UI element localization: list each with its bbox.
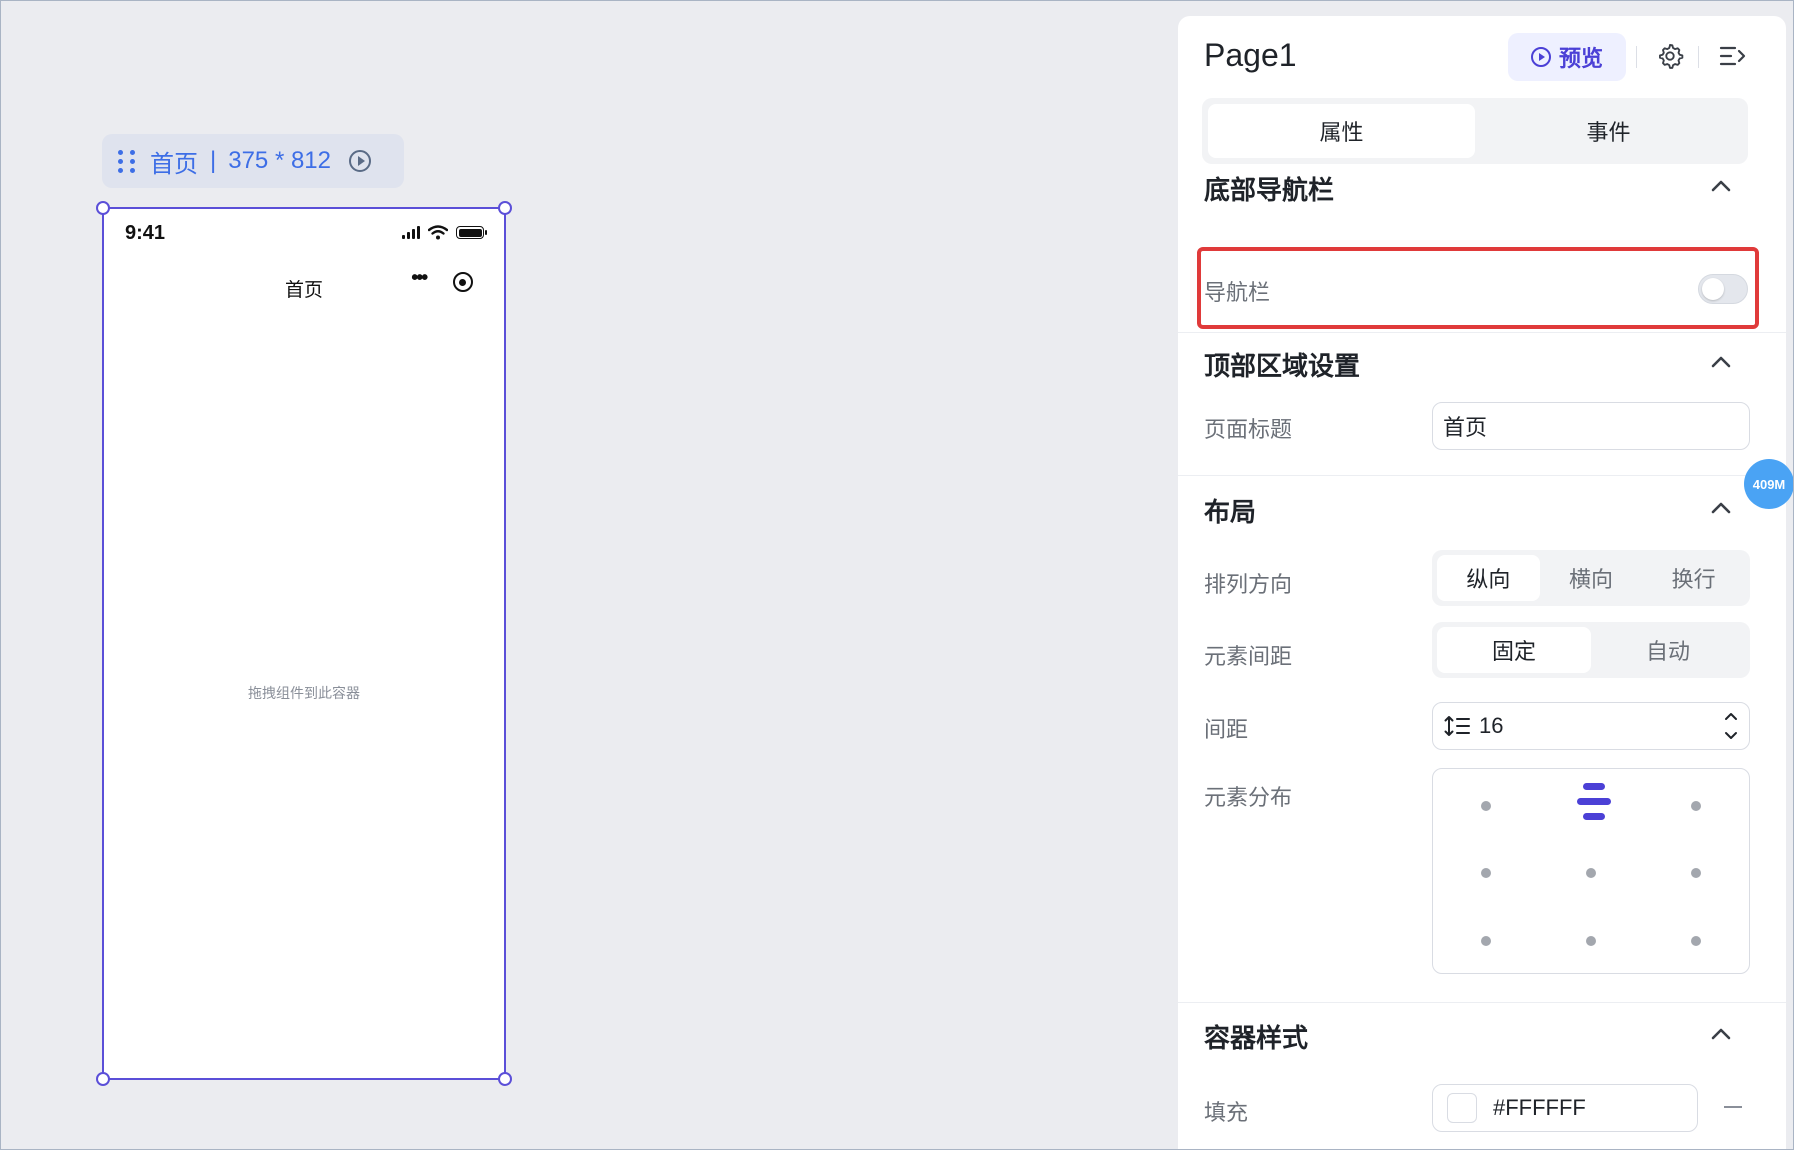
- tab-events[interactable]: 事件: [1475, 104, 1742, 158]
- chevron-up-icon[interactable]: [1710, 501, 1732, 515]
- drag-handle-icon[interactable]: [118, 149, 136, 173]
- align-cell-middle-right[interactable]: [1691, 868, 1701, 878]
- align-cell-top-left[interactable]: [1481, 801, 1491, 811]
- align-cell-top-right[interactable]: [1691, 801, 1701, 811]
- toolbar-divider: [1698, 46, 1699, 68]
- page-title-label: 页面标题: [1204, 417, 1293, 442]
- chevron-up-icon[interactable]: [1710, 1027, 1732, 1041]
- page-tag-size: 375 * 812: [228, 147, 331, 174]
- gap-mode-option-auto[interactable]: 自动: [1591, 627, 1745, 673]
- design-canvas[interactable]: 首页 | 375 * 812 9:41 首页 ••• 拖拽组件到此容器: [1, 1, 1166, 1149]
- gear-icon[interactable]: [1656, 42, 1684, 70]
- align-cell-bottom-left[interactable]: [1481, 936, 1491, 946]
- section-title-container-style: 容器样式: [1204, 1023, 1309, 1053]
- panel-tabs: 属性 事件: [1202, 98, 1748, 164]
- page-tag[interactable]: 首页 | 375 * 812: [102, 134, 404, 188]
- fill-label: 填充: [1204, 1100, 1249, 1125]
- section-divider: [1178, 332, 1786, 333]
- direction-option-vertical[interactable]: 纵向: [1437, 555, 1540, 601]
- page-tag-separator: |: [210, 147, 217, 174]
- collapse-panel-icon[interactable]: [1718, 43, 1748, 69]
- status-icons: [402, 225, 487, 240]
- align-cell-bottom-right[interactable]: [1691, 936, 1701, 946]
- section-title-top-area: 顶部区域设置: [1204, 351, 1361, 381]
- navbar-toggle[interactable]: [1698, 274, 1748, 304]
- gap-mode-option-fixed[interactable]: 固定: [1437, 627, 1591, 673]
- battery-icon: [456, 226, 487, 239]
- spacing-label: 间距: [1204, 717, 1249, 742]
- spacing-stepper[interactable]: 16: [1432, 702, 1750, 750]
- gap-mode-segmented-control: 固定 自动: [1432, 622, 1750, 678]
- fill-color-input[interactable]: #FFFFFF: [1432, 1084, 1698, 1132]
- panel-title: Page1: [1204, 37, 1297, 73]
- resize-handle-top-right[interactable]: [498, 201, 512, 215]
- close-target-icon[interactable]: [452, 272, 473, 292]
- drop-hint: 拖拽组件到此容器: [248, 685, 360, 701]
- gap-mode-label: 元素间距: [1204, 644, 1293, 669]
- play-icon: [1530, 47, 1551, 67]
- line-spacing-icon: [1444, 716, 1470, 736]
- resize-handle-bottom-left[interactable]: [96, 1072, 110, 1086]
- highlight-box: [1197, 247, 1759, 329]
- section-title-bottom-nav: 底部导航栏: [1204, 175, 1335, 205]
- remove-fill-icon[interactable]: [1724, 1106, 1742, 1108]
- memory-badge[interactable]: 409M: [1744, 459, 1794, 509]
- spacing-value: 16: [1479, 713, 1504, 738]
- align-cell-middle-center[interactable]: [1586, 868, 1596, 878]
- properties-panel: Page1 预览 属性 事件 底部导航栏 导航栏 顶部区域设置 页面标题 首页 …: [1178, 16, 1786, 1150]
- section-divider: [1178, 475, 1786, 476]
- resize-handle-bottom-right[interactable]: [498, 1072, 512, 1086]
- direction-segmented-control: 纵向 横向 换行: [1432, 550, 1750, 606]
- preview-button[interactable]: 预览: [1508, 33, 1626, 81]
- resize-handle-top-left[interactable]: [96, 201, 110, 215]
- preview-label: 预览: [1558, 46, 1603, 71]
- chevron-up-icon[interactable]: [1710, 179, 1732, 193]
- align-cell-top-center[interactable]: [1577, 783, 1611, 823]
- color-swatch[interactable]: [1447, 1093, 1477, 1123]
- distribution-label: 元素分布: [1204, 785, 1293, 810]
- align-cell-middle-left[interactable]: [1481, 868, 1491, 878]
- more-icon[interactable]: •••: [411, 268, 428, 288]
- play-icon[interactable]: [349, 150, 371, 172]
- page-tag-name: 首页: [150, 150, 198, 178]
- distribution-grid: [1432, 768, 1750, 974]
- wifi-icon: [428, 225, 448, 240]
- chevron-up-icon[interactable]: [1710, 355, 1732, 369]
- section-divider: [1178, 1002, 1786, 1003]
- fill-color-value: #FFFFFF: [1493, 1095, 1586, 1120]
- signal-icon: [402, 226, 420, 239]
- direction-option-horizontal[interactable]: 横向: [1540, 555, 1643, 601]
- status-time: 9:41: [125, 222, 166, 244]
- direction-option-wrap[interactable]: 换行: [1642, 555, 1745, 601]
- phone-frame[interactable]: 9:41 首页 ••• 拖拽组件到此容器: [102, 207, 506, 1080]
- section-title-layout: 布局: [1204, 497, 1257, 527]
- page-title-input[interactable]: 首页: [1432, 402, 1750, 450]
- navbar-label: 导航栏: [1204, 280, 1271, 305]
- tab-properties[interactable]: 属性: [1208, 104, 1475, 158]
- toolbar-divider: [1636, 46, 1637, 68]
- align-cell-bottom-center[interactable]: [1586, 936, 1596, 946]
- mini-program-capsule[interactable]: •••: [398, 265, 486, 299]
- direction-label: 排列方向: [1204, 572, 1293, 597]
- stepper-arrows-icon[interactable]: [1723, 709, 1739, 743]
